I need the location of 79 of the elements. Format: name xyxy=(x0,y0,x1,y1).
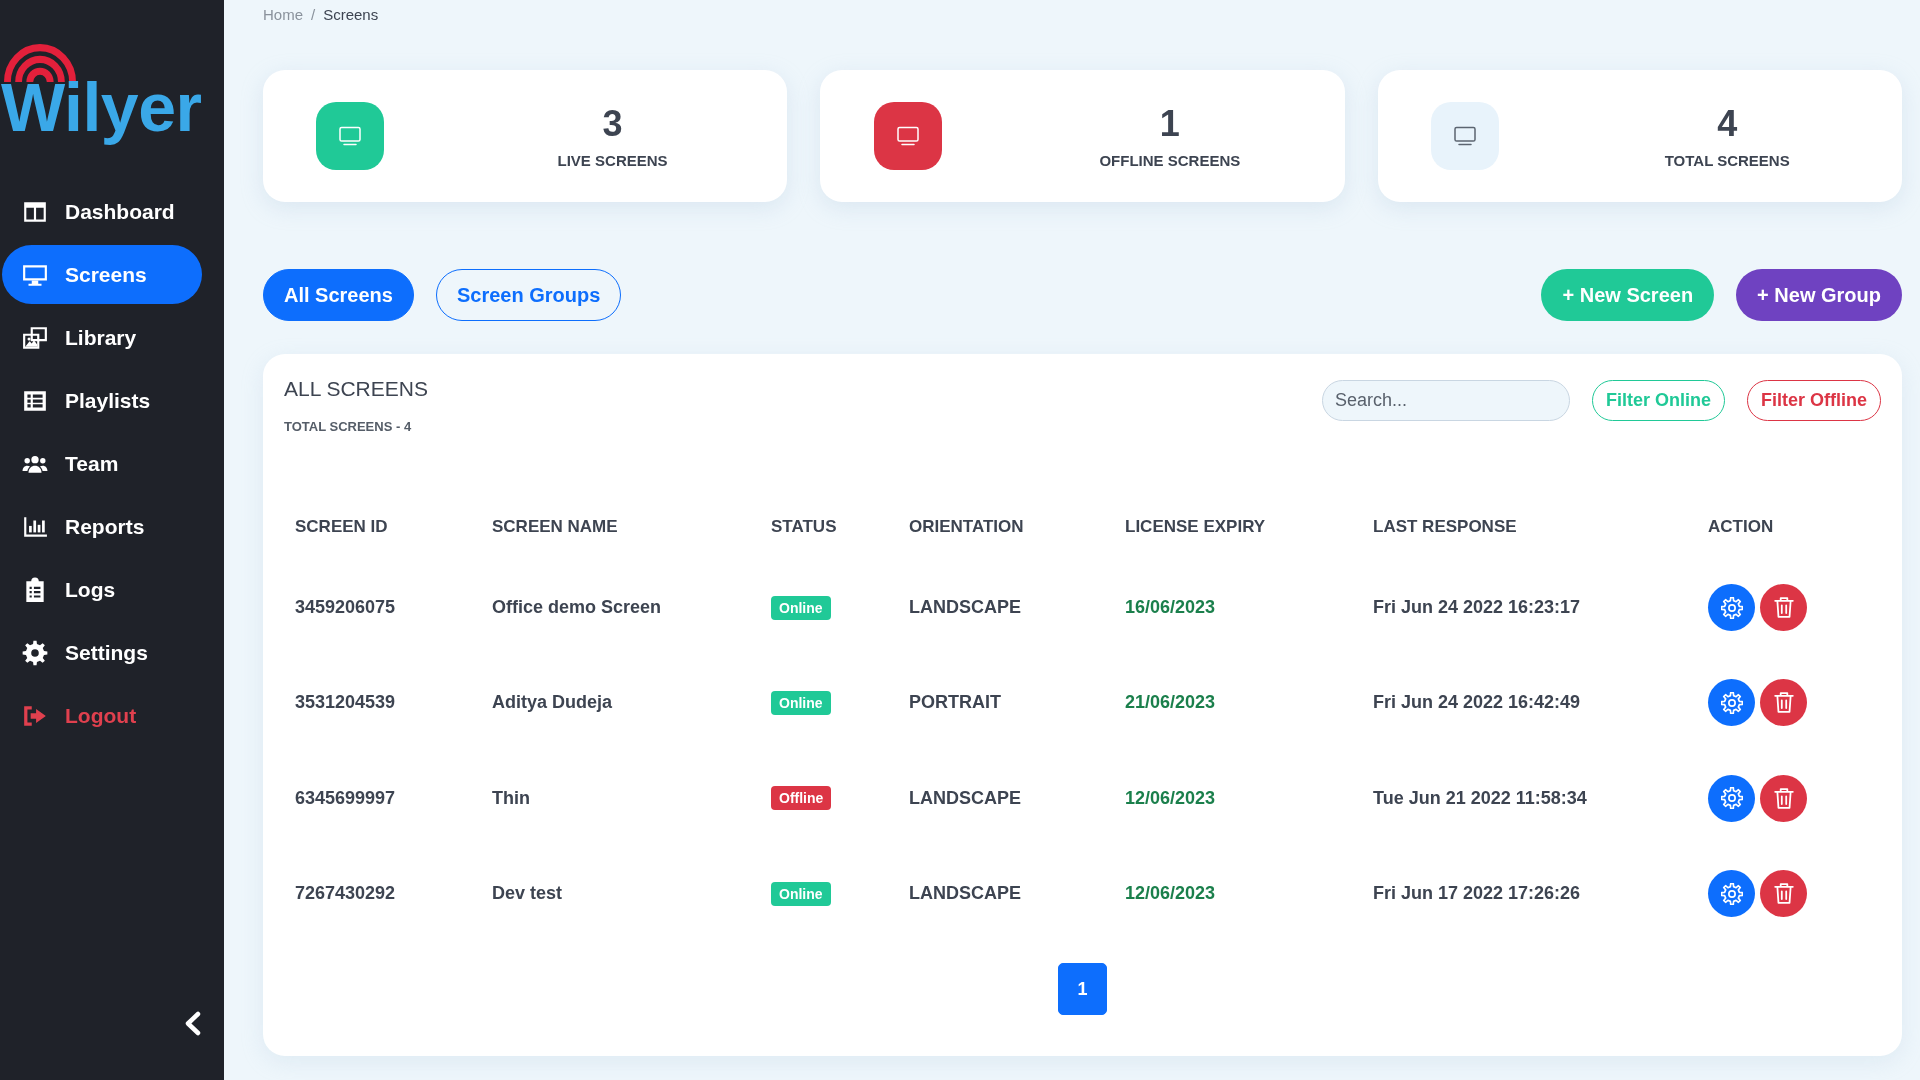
logo-arcs-icon xyxy=(4,44,76,82)
breadcrumb-link[interactable]: Home xyxy=(263,6,303,24)
stat-label: TOTAL SCREENS xyxy=(1664,151,1790,169)
table-cell: LANDSCAPE xyxy=(909,883,1021,905)
status-badge: Online xyxy=(771,595,831,620)
trash-icon xyxy=(1773,597,1794,619)
trash-icon xyxy=(1773,883,1794,905)
table-cell: Aditya Dudeja xyxy=(492,692,613,714)
column-header: ACTION xyxy=(1708,516,1774,537)
page-button[interactable]: 1 xyxy=(1058,963,1107,1016)
table-cell: LANDSCAPE xyxy=(909,597,1021,619)
column-header: STATUS xyxy=(771,516,837,537)
table-cell: Dev test xyxy=(492,883,563,905)
table-cell: LANDSCAPE xyxy=(909,787,1021,809)
sidebar-item[interactable]: Logs xyxy=(2,560,202,619)
table-cell: 12/06/2023 xyxy=(1125,883,1216,905)
table-subtitle: TOTAL SCREENS - 4 xyxy=(284,419,413,435)
table-cell: 16/06/2023 xyxy=(1125,597,1216,619)
table-title: ALL SCREENS xyxy=(284,376,428,402)
table-cell: Fri Jun 24 2022 16:42:49 xyxy=(1373,692,1581,714)
search-field[interactable]: Search... xyxy=(1321,380,1570,421)
trash-icon xyxy=(1773,692,1794,714)
delete-button[interactable] xyxy=(1760,870,1807,918)
settings-button[interactable] xyxy=(1708,870,1755,918)
table-cell: 3531204539 xyxy=(295,692,396,714)
column-header: LICENSE EXPIRY xyxy=(1125,516,1266,537)
table-cell: Tue Jun 21 2022 11:58:34 xyxy=(1373,787,1587,809)
settings-icon xyxy=(1720,882,1743,905)
column-header: LAST RESPONSE xyxy=(1373,516,1517,537)
settings-button[interactable] xyxy=(1708,679,1755,727)
sidebar-item[interactable]: Playlists xyxy=(2,371,202,430)
settings-icon xyxy=(1720,596,1743,619)
status-badge: Online xyxy=(771,690,831,715)
images-icon xyxy=(22,324,48,351)
monitor-icon xyxy=(316,102,385,170)
stat-label: OFFLINE SCREENS xyxy=(1099,151,1241,169)
table-cell: Fri Jun 24 2022 16:23:17 xyxy=(1373,597,1581,619)
sidebar-item[interactable]: Screens xyxy=(2,245,202,304)
delete-button[interactable] xyxy=(1760,679,1807,727)
sidebar-item[interactable]: Reports xyxy=(2,497,202,556)
table-cell: PORTRAIT xyxy=(909,692,1001,714)
settings-icon xyxy=(22,639,48,666)
status-badge: Offline xyxy=(771,786,832,811)
settings-button[interactable] xyxy=(1708,584,1755,632)
column-header: SCREEN ID xyxy=(295,516,388,537)
column-header: SCREEN NAME xyxy=(492,516,618,537)
filter-button[interactable]: Filter Offline xyxy=(1747,380,1881,421)
settings-icon xyxy=(1720,787,1743,810)
table-cell: Fri Jun 17 2022 17:26:26 xyxy=(1373,883,1581,905)
delete-button[interactable] xyxy=(1760,584,1807,632)
breadcrumb-current: Screens xyxy=(323,6,379,24)
sidebar-item[interactable]: Team xyxy=(2,434,202,493)
stat-value: 1 xyxy=(1159,103,1180,144)
table-cell: 6345699997 xyxy=(295,787,396,809)
delete-button[interactable] xyxy=(1760,774,1807,822)
table-cell: 7267430292 xyxy=(295,883,396,905)
status-badge: Online xyxy=(771,881,831,906)
monitor-icon xyxy=(873,102,942,170)
sidebar-item[interactable]: Logout xyxy=(2,686,202,745)
table-cell: Thin xyxy=(492,787,530,809)
stat-label: LIVE SCREENS xyxy=(557,151,668,169)
trash-icon xyxy=(1773,787,1794,809)
table-cell: Office demo Screen xyxy=(492,597,662,619)
column-header: ORIENTATION xyxy=(909,516,1024,537)
monitor-icon xyxy=(1431,102,1500,170)
table-cell: 21/06/2023 xyxy=(1125,692,1216,714)
settings-icon xyxy=(1720,691,1743,714)
table-cell: 3459206075 xyxy=(295,597,396,619)
sidebar-item[interactable]: Dashboard xyxy=(2,182,202,241)
chevron-left-icon[interactable] xyxy=(184,1011,201,1036)
tab[interactable]: All Screens xyxy=(263,269,414,321)
add-button[interactable]: + New Group xyxy=(1736,269,1902,321)
table-cell: 12/06/2023 xyxy=(1125,787,1216,809)
settings-button[interactable] xyxy=(1708,774,1755,822)
sidebar-item[interactable]: Library xyxy=(2,308,202,367)
stat-value: 4 xyxy=(1717,103,1738,144)
breadcrumb-separator: / xyxy=(311,6,316,24)
sidebar-item[interactable]: Settings xyxy=(2,623,202,682)
stat-value: 3 xyxy=(602,103,623,144)
